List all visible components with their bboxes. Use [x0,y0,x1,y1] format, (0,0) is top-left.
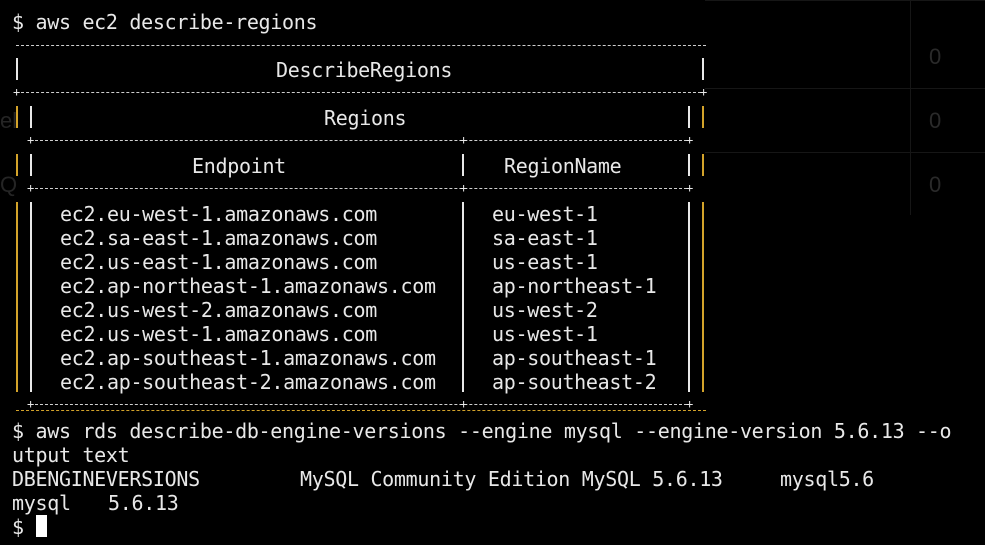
table-corner: + [686,133,694,147]
table-border-right [702,202,704,392]
table-column-divider [462,202,464,392]
ghost-value: 0 [929,44,942,69]
table-cell-endpoint: ec2.us-west-2.amazonaws.com [60,298,378,322]
table-title: DescribeRegions [276,58,453,82]
table-divider [30,140,692,141]
output-cell: 5.6.13 [108,491,179,515]
output-cell: mysql5.6 [780,467,874,491]
table-cell-endpoint: ec2.ap-northeast-1.amazonaws.com [60,274,436,298]
ghost-fragment: Q [0,172,18,197]
table-cell-region: ap-southeast-2 [492,370,657,394]
table-column-divider [462,154,464,176]
table-border-right [702,58,704,80]
ghost-row [705,0,985,64]
table-border-left [16,58,18,80]
command-line-wrap: utput text [12,443,130,467]
table-border-left [16,202,18,392]
ghost-row [705,88,985,152]
table-cell-region: eu-west-1 [492,202,598,226]
table-corner: + [27,133,35,147]
text-cursor[interactable] [36,515,47,537]
command-line: $ aws ec2 describe-regions [12,10,318,34]
table-border-inner-left [30,106,32,128]
table-top-border [16,45,706,46]
table-cell-region: ap-northeast-1 [492,274,657,298]
ghost-value: 0 [929,172,942,197]
terminal-window[interactable]: 0 0 0 el Q $ aws ec2 describe-regions De… [0,0,985,545]
shell-prompt: $ [12,515,24,539]
ghost-divider [910,0,911,215]
table-corner: + [27,181,35,195]
table-border-inner-right [688,106,690,128]
table-cell-region: us-east-1 [492,250,598,274]
column-header-regionname: RegionName [504,154,622,178]
table-cell-endpoint: ec2.us-east-1.amazonaws.com [60,250,378,274]
table-outer-bottom-border [16,410,706,411]
table-corner: + [460,397,468,411]
table-corner: + [460,181,468,195]
table-corner: + [460,133,468,147]
table-border-inner-left [30,154,32,176]
table-divider [16,92,706,93]
table-cell-endpoint: ec2.sa-east-1.amazonaws.com [60,226,378,250]
table-corner: + [27,397,35,411]
table-corner: + [686,181,694,195]
table-border-inner-right [688,154,690,176]
command-line: $ aws rds describe-db-engine-versions --… [12,419,952,443]
table-border-right [702,106,704,128]
table-subtitle: Regions [324,106,407,130]
table-cell-region: us-west-2 [492,298,598,322]
table-border-left [16,154,18,176]
table-border-right [702,154,704,176]
background-table-remnant: 0 0 0 [705,0,985,215]
table-cell-endpoint: ec2.us-west-1.amazonaws.com [60,322,378,346]
table-bottom-border [30,404,692,405]
ghost-row [705,152,985,216]
ghost-value: 0 [929,108,942,133]
table-corner: + [686,397,694,411]
output-cell: mysql [12,491,71,515]
table-cell-region: ap-southeast-1 [492,346,657,370]
table-border-left [16,106,18,128]
table-border-inner-left [30,202,32,392]
ghost-fragment: el [0,108,18,133]
table-corner: + [13,85,21,99]
table-cell-region: us-west-1 [492,322,598,346]
output-cell: MySQL Community Edition MySQL 5.6.13 [300,467,723,491]
table-border-inner-right [688,202,690,392]
table-cell-endpoint: ec2.ap-southeast-2.amazonaws.com [60,370,436,394]
table-divider [30,188,692,189]
column-header-endpoint: Endpoint [192,154,286,178]
table-cell-endpoint: ec2.eu-west-1.amazonaws.com [60,202,378,226]
table-cell-endpoint: ec2.ap-southeast-1.amazonaws.com [60,346,436,370]
output-cell: DBENGINEVERSIONS [12,467,200,491]
table-corner: + [700,85,708,99]
table-cell-region: sa-east-1 [492,226,598,250]
